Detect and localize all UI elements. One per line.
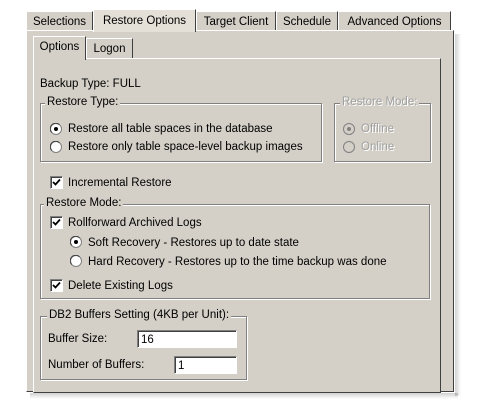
online-label[interactable]: Online <box>361 141 394 154</box>
number-of-buffers-label: Number of Buffers: <box>48 359 145 371</box>
checkmark-icon <box>52 218 61 226</box>
restore-type-title: Restore Type: <box>45 96 121 109</box>
tab-target-client[interactable]: Target Client <box>196 11 276 31</box>
buffer-size-input[interactable] <box>137 330 237 348</box>
incremental-restore-checkbox[interactable] <box>50 176 63 189</box>
delete-existing-logs-label[interactable]: Delete Existing Logs <box>68 280 173 293</box>
incremental-restore-label[interactable]: Incremental Restore <box>68 177 172 190</box>
restore-all-label[interactable]: Restore all table spaces in the database <box>68 123 273 136</box>
number-of-buffers-input[interactable] <box>174 356 237 374</box>
rollforward-label[interactable]: Rollforward Archived Logs <box>68 217 202 230</box>
backup-type-label: Backup Type: FULL <box>40 78 141 90</box>
restore-mode-disabled-title: Restore Mode: <box>340 96 420 109</box>
restore-only-label[interactable]: Restore only table space-level backup im… <box>68 141 303 154</box>
checkmark-icon <box>52 178 61 186</box>
tab-selections[interactable]: Selections <box>26 11 93 31</box>
restore-mode-title: Restore Mode: <box>44 197 124 210</box>
radio-offline[interactable] <box>343 123 355 135</box>
subtab-options[interactable]: Options <box>33 36 86 60</box>
soft-recovery-label[interactable]: Soft Recovery - Restores up to date stat… <box>88 237 299 250</box>
delete-existing-logs-checkbox[interactable] <box>50 279 63 292</box>
radio-hard-recovery[interactable] <box>70 255 82 267</box>
checkmark-icon <box>52 281 61 289</box>
radio-restore-only[interactable] <box>50 141 62 153</box>
radio-online[interactable] <box>343 141 355 153</box>
radio-restore-all[interactable] <box>50 123 62 135</box>
restore-dialog: Selections Restore Options Target Client… <box>0 0 484 405</box>
dialog-edge-shadow <box>455 34 461 396</box>
rollforward-checkbox[interactable] <box>50 216 63 229</box>
radio-soft-recovery[interactable] <box>70 236 82 248</box>
db2-buffers-title: DB2 Buffers Setting (4KB per Unit): <box>47 309 232 322</box>
tab-schedule[interactable]: Schedule <box>276 11 338 31</box>
buffer-size-label: Buffer Size: <box>48 333 108 345</box>
tab-advanced-options[interactable]: Advanced Options <box>338 11 451 31</box>
offline-label[interactable]: Offline <box>361 123 394 136</box>
tab-restore-options[interactable]: Restore Options <box>93 9 196 32</box>
dialog-bottom-shadow <box>30 393 458 399</box>
subtab-logon[interactable]: Logon <box>86 38 133 58</box>
hard-recovery-label[interactable]: Hard Recovery - Restores up to the time … <box>88 256 387 269</box>
